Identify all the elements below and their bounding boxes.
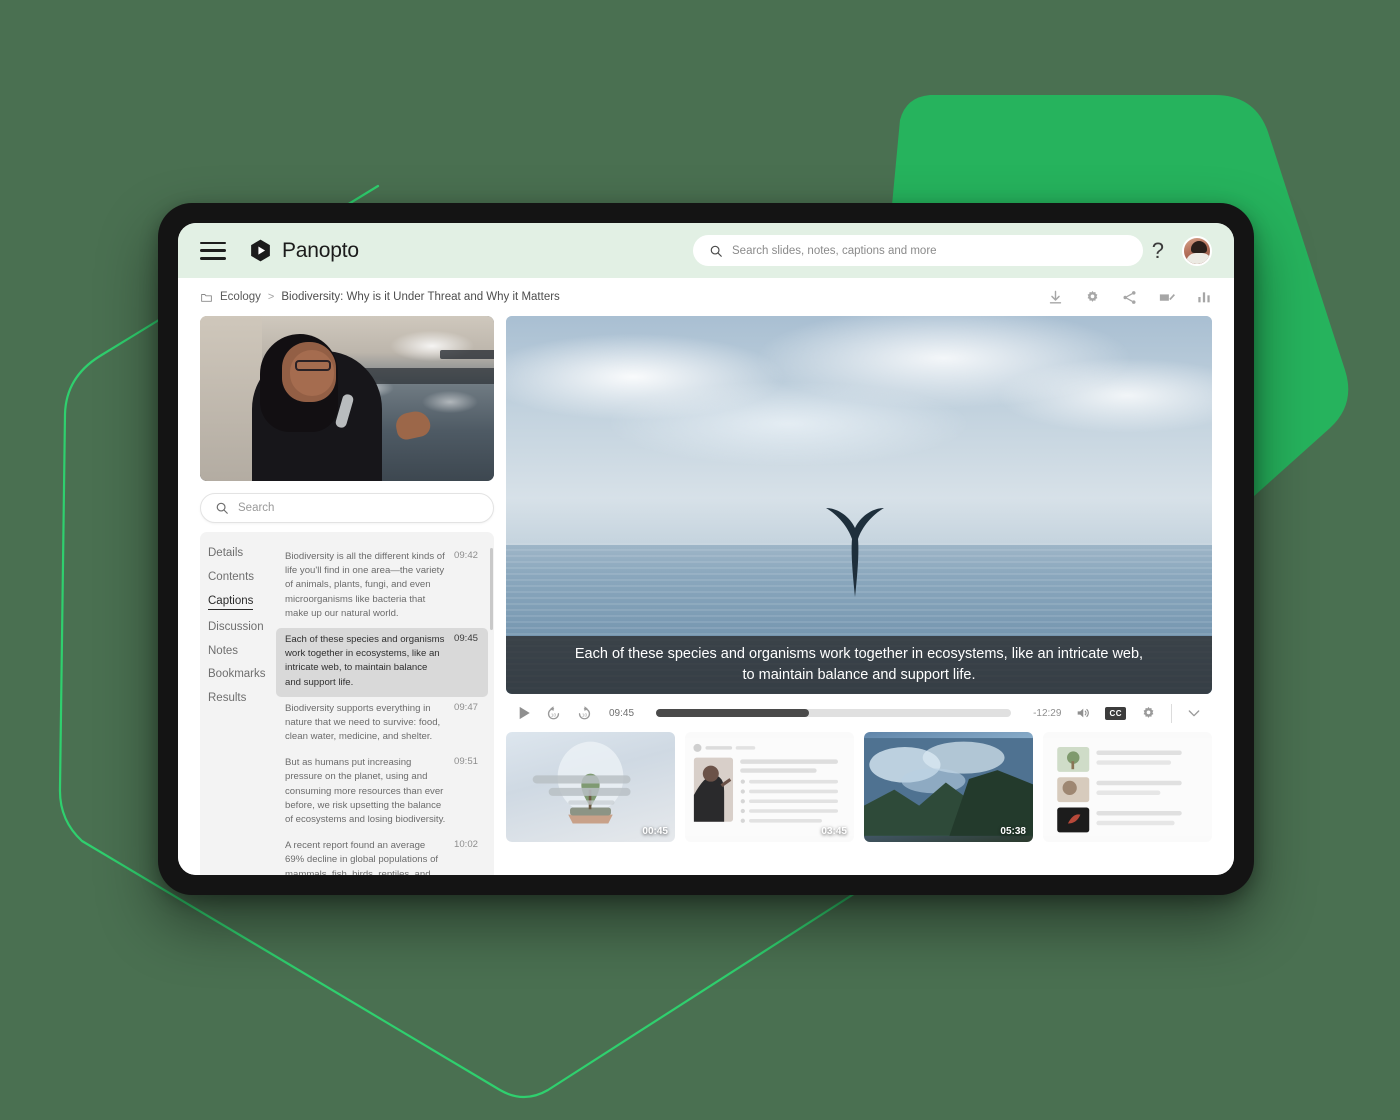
sidebar-item-details[interactable]: Details	[208, 546, 243, 560]
header-actions: ?	[1152, 235, 1212, 266]
caption-text: Each of these species and organisms work…	[285, 633, 445, 688]
sidebar-tab-list: Details Contents Captions Discussion Not…	[200, 532, 276, 875]
caption-timestamp: 10:02	[453, 839, 478, 851]
app-header: Panopto Search slides, notes, captions a…	[178, 223, 1234, 278]
content-toolbar	[1047, 288, 1212, 306]
settings-gear-icon[interactable]	[1084, 289, 1101, 306]
settings-gear-icon[interactable]	[1140, 705, 1157, 722]
download-icon[interactable]	[1047, 289, 1064, 306]
caption-timestamp: 09:47	[453, 701, 478, 713]
panopto-play-hexagon-logo	[251, 239, 270, 262]
sidebar-item-bookmarks[interactable]: Bookmarks	[208, 667, 266, 681]
thumbnail-strip: 00:45 03:45 05:38	[506, 732, 1212, 875]
progress-fill	[656, 709, 809, 717]
player-panel: Each of these species and organisms work…	[506, 316, 1212, 875]
breadcrumb-title: Biodiversity: Why is it Under Threat and…	[281, 291, 560, 303]
brand-name: Panopto	[282, 238, 359, 262]
user-avatar[interactable]	[1182, 235, 1212, 266]
sidebar-panel: Search Details Contents Captions Discuss…	[200, 316, 494, 875]
play-icon[interactable]	[518, 706, 531, 720]
list-item[interactable]: A recent report found an average 69% dec…	[276, 834, 488, 875]
list-item[interactable]: Each of these species and organisms work…	[276, 627, 488, 697]
thumbnail-item[interactable]: 03:45	[685, 732, 854, 842]
video-caption-overlay: Each of these species and organisms work…	[506, 636, 1212, 694]
breadcrumb-separator: >	[267, 291, 275, 303]
volume-icon[interactable]	[1075, 705, 1091, 721]
stats-bar-chart-icon[interactable]	[1196, 289, 1212, 305]
thumbnail-item[interactable]: 05:38	[864, 732, 1033, 842]
breadcrumb-parent[interactable]: Ecology	[220, 291, 261, 303]
sidebar-item-notes[interactable]: Notes	[208, 644, 238, 658]
chevron-down-icon[interactable]	[1186, 705, 1202, 721]
caption-text: Biodiversity supports everything in natu…	[285, 702, 441, 743]
list-item[interactable]: Biodiversity is all the different kinds …	[276, 545, 488, 628]
progress-bar[interactable]	[656, 709, 1012, 717]
svg-text:10: 10	[582, 712, 588, 717]
breadcrumb-bar: Ecology > Biodiversity: Why is it Under …	[178, 278, 1234, 316]
list-item[interactable]: But as humans put increasing pressure on…	[276, 751, 488, 834]
caption-line-2: to maintain balance and support life.	[742, 667, 976, 683]
caption-text: Biodiversity is all the different kinds …	[285, 551, 445, 619]
closed-captions-button[interactable]: CC	[1105, 706, 1126, 720]
edit-clapper-icon[interactable]	[1158, 288, 1176, 306]
share-icon[interactable]	[1121, 289, 1138, 306]
svg-text:10: 10	[551, 712, 557, 717]
caption-line-1: Each of these species and organisms work…	[574, 645, 1144, 662]
caption-list-scrollbar[interactable]	[490, 548, 493, 630]
thumbnail-timestamp: 05:38	[1000, 826, 1026, 837]
header-search-input[interactable]: Search slides, notes, captions and more	[693, 235, 1143, 266]
sidebar-item-captions[interactable]: Captions	[208, 594, 254, 611]
list-item[interactable]: Biodiversity supports everything in natu…	[276, 697, 488, 752]
sidebar-item-discussion[interactable]: Discussion	[208, 620, 264, 634]
player-controls: 10 10 09:45 -12:29 CC	[506, 694, 1212, 732]
video-player[interactable]: Each of these species and organisms work…	[506, 316, 1212, 694]
thumbnail-item[interactable]: 00:45	[506, 732, 675, 842]
brand-logo[interactable]: Panopto	[248, 238, 359, 263]
sidebar-tabs-and-captions: Details Contents Captions Discussion Not…	[200, 532, 494, 875]
caption-text: A recent report found an average 69% dec…	[285, 840, 439, 875]
sidebar-search-input[interactable]: Search	[200, 493, 494, 523]
caption-timestamp: 09:42	[453, 550, 478, 561]
sidebar-item-results[interactable]: Results	[208, 691, 246, 705]
remaining-time: -12:29	[1033, 707, 1062, 719]
tablet-device-frame: Panopto Search slides, notes, captions a…	[158, 203, 1254, 895]
caption-timestamp: 09:45	[453, 632, 478, 644]
caption-timestamp: 09:51	[453, 756, 478, 768]
forward-10-icon[interactable]: 10	[576, 705, 593, 722]
app-body: Search Details Contents Captions Discuss…	[178, 316, 1234, 875]
speaker-video-thumbnail[interactable]	[200, 316, 494, 481]
app-screen: Panopto Search slides, notes, captions a…	[178, 223, 1234, 875]
caption-text: But as humans put increasing pressure on…	[285, 757, 446, 825]
whale-tail-icon	[826, 508, 885, 597]
thumbnail-timestamp: 00:45	[642, 826, 668, 837]
help-icon[interactable]: ?	[1152, 239, 1164, 262]
breadcrumb: Ecology > Biodiversity: Why is it Under …	[200, 291, 560, 304]
search-icon	[710, 245, 722, 257]
sidebar-item-contents[interactable]: Contents	[208, 570, 254, 584]
folder-icon	[201, 293, 212, 302]
rewind-10-icon[interactable]: 10	[545, 705, 562, 722]
thumbnail-timestamp: 03:45	[821, 826, 847, 837]
caption-list[interactable]: Biodiversity is all the different kinds …	[276, 532, 494, 875]
thumbnail-item[interactable]	[1043, 732, 1212, 842]
current-time: 09:45	[609, 707, 635, 719]
header-search-placeholder: Search slides, notes, captions and more	[732, 244, 937, 257]
controls-divider	[1171, 703, 1172, 723]
sidebar-search-placeholder: Search	[238, 502, 275, 514]
search-icon	[216, 502, 228, 514]
hamburger-menu-icon[interactable]	[200, 241, 226, 260]
